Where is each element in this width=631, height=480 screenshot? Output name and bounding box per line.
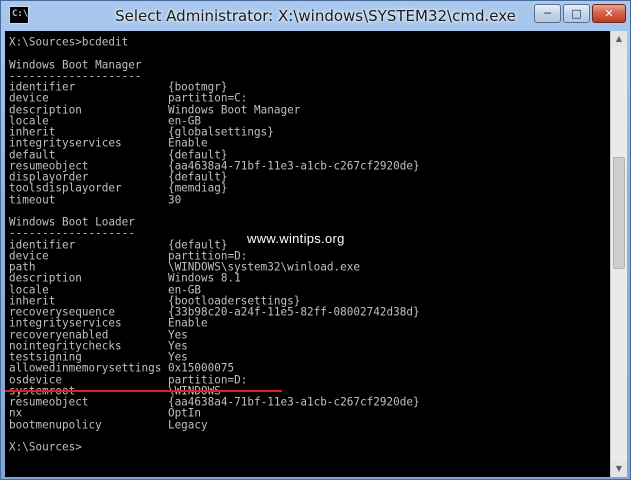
- scroll-down-arrow-icon[interactable]: ▼: [611, 461, 627, 477]
- close-button[interactable]: ✕: [592, 4, 626, 23]
- console-output[interactable]: X:\Sources>bcdedit Windows Boot Manager --…: [5, 31, 610, 477]
- console-line: X:\Sources>: [9, 439, 82, 454]
- title-bar[interactable]: C:\ Select Administrator: X:\windows\SYS…: [1, 1, 630, 31]
- console-line: X:\Sources>bcdedit: [9, 34, 129, 49]
- console-line: bootmenupolicy Legacy: [9, 417, 208, 432]
- maximize-button[interactable]: □: [563, 4, 590, 23]
- cmd-window: C:\ Select Administrator: X:\windows\SYS…: [0, 0, 631, 480]
- watermark: www.wintips.org: [247, 231, 345, 246]
- scroll-up-arrow-icon[interactable]: ▲: [611, 31, 627, 47]
- osdevice-highlight-underline: [5, 390, 282, 392]
- vertical-scrollbar[interactable]: ▲ ▼: [610, 31, 627, 477]
- minimize-button[interactable]: ─: [534, 4, 561, 23]
- console-line: timeout 30: [9, 192, 182, 207]
- scrollbar-thumb[interactable]: [613, 157, 625, 269]
